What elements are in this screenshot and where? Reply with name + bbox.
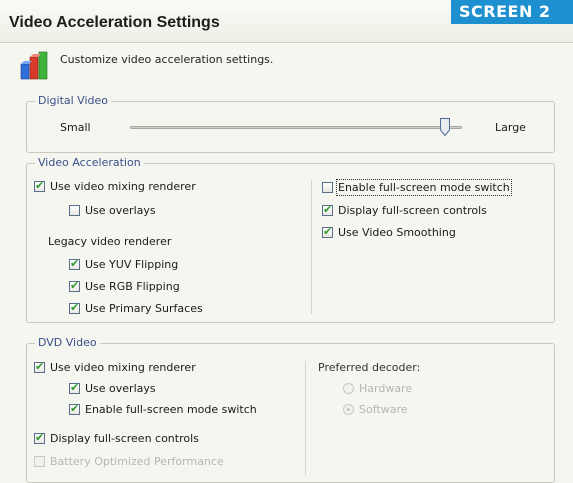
checkbox-label: Battery Optimized Performance <box>50 455 224 468</box>
preferred-decoder-heading: Preferred decoder: <box>318 361 421 374</box>
header-description: Customize video acceleration settings. <box>60 53 274 66</box>
dvd-video-legend: DVD Video <box>35 336 100 349</box>
checkbox-label: Display full-screen controls <box>50 432 199 445</box>
video-acceleration-legend: Video Acceleration <box>35 156 144 169</box>
checkbox-label: Use video mixing renderer <box>50 361 196 374</box>
checkbox-box[interactable] <box>69 402 80 416</box>
checkbox-label: Use Primary Surfaces <box>85 302 203 315</box>
bar-chart-icon <box>20 51 48 80</box>
checkbox-box <box>34 456 45 467</box>
checkbox-label: Use RGB Flipping <box>85 280 180 293</box>
video-acceleration-divider <box>311 180 312 314</box>
slider-thumb[interactable] <box>440 118 450 136</box>
checkbox-label: Use YUV Flipping <box>85 258 179 271</box>
radio-circle <box>343 404 354 415</box>
radio-label: Software <box>359 403 408 416</box>
checkbox-box[interactable] <box>69 381 80 395</box>
slider-min-label: Small <box>60 121 91 134</box>
checkbox-label: Use overlays <box>85 382 156 395</box>
checkbox-label: Enable full-screen mode switch <box>85 403 257 416</box>
checkbox-label: Use overlays <box>85 204 156 217</box>
digital-video-legend: Digital Video <box>35 94 111 107</box>
slider-max-label: Large <box>495 121 526 134</box>
checkbox-box[interactable] <box>322 182 333 193</box>
checkbox-box[interactable] <box>34 360 45 374</box>
checkbox-box[interactable] <box>322 203 333 217</box>
legacy-renderer-heading: Legacy video renderer <box>48 235 172 248</box>
checkbox-box[interactable] <box>34 431 45 445</box>
checkbox-label: Use Video Smoothing <box>338 226 456 239</box>
screen-badge: SCREEN 2 <box>451 0 573 24</box>
checkbox-label: Use video mixing renderer <box>50 180 196 193</box>
digital-video-slider[interactable] <box>130 126 462 129</box>
checkbox-box[interactable] <box>69 301 80 315</box>
radio-circle <box>343 383 354 394</box>
checkbox-box[interactable] <box>69 205 80 216</box>
checkbox-box[interactable] <box>34 179 45 193</box>
title-bar: Video Acceleration Settings SCREEN 2 <box>0 0 573 43</box>
dvd-video-divider <box>305 361 306 475</box>
window-title: Video Acceleration Settings <box>9 14 220 31</box>
checkbox-box[interactable] <box>69 257 80 271</box>
checkbox-box[interactable] <box>69 279 80 293</box>
checkbox-label: Enable full-screen mode switch <box>336 179 512 196</box>
radio-label: Hardware <box>359 382 413 395</box>
checkbox-label: Display full-screen controls <box>338 204 487 217</box>
checkbox-box[interactable] <box>322 225 333 239</box>
